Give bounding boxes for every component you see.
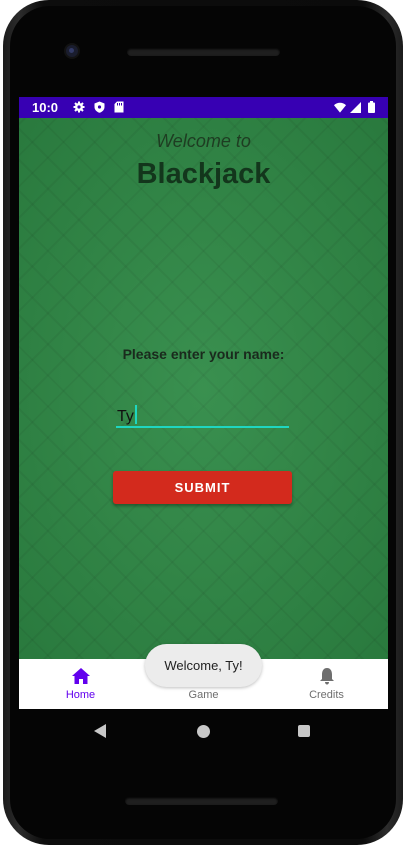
nav-label-credits: Credits (309, 689, 344, 701)
welcome-text: Welcome to (156, 131, 251, 151)
back-icon[interactable] (94, 724, 106, 738)
wifi-icon (334, 101, 346, 113)
app-screen: 10:0 Welcome to Blackjack Please enter y… (19, 97, 388, 709)
signal-icon (349, 101, 361, 113)
nav-item-credits[interactable]: Credits (265, 659, 388, 709)
nav-label-game: Game (188, 689, 219, 701)
input-underline (116, 426, 289, 428)
nav-label-home: Home (65, 689, 96, 701)
gear-icon (73, 101, 85, 113)
text-cursor (134, 405, 137, 424)
recents-icon[interactable] (298, 725, 310, 737)
name-input[interactable]: Ty (116, 400, 289, 428)
status-bar: 10:0 (19, 97, 388, 118)
shield-icon (93, 101, 105, 113)
submit-button[interactable]: SUBMIT (113, 471, 292, 504)
status-time: 10:0 (32, 100, 59, 115)
battery-icon (365, 101, 377, 113)
top-speaker-grille (127, 48, 280, 56)
toast-message: Welcome, Ty! (145, 644, 262, 687)
front-camera (66, 45, 78, 57)
bottom-speaker-grille (125, 797, 278, 805)
system-navigation-bar (19, 709, 388, 755)
name-input-value: Ty (117, 408, 134, 425)
system-home-icon[interactable] (197, 725, 210, 738)
home-icon (71, 667, 91, 685)
name-prompt-label: Please enter your name: (122, 346, 285, 362)
page-title: Blackjack (136, 158, 271, 190)
sd-card-icon (113, 101, 125, 113)
nav-item-home[interactable]: Home (19, 659, 142, 709)
felt-background: Welcome to Blackjack Please enter your n… (19, 118, 388, 659)
bell-icon (317, 667, 337, 685)
